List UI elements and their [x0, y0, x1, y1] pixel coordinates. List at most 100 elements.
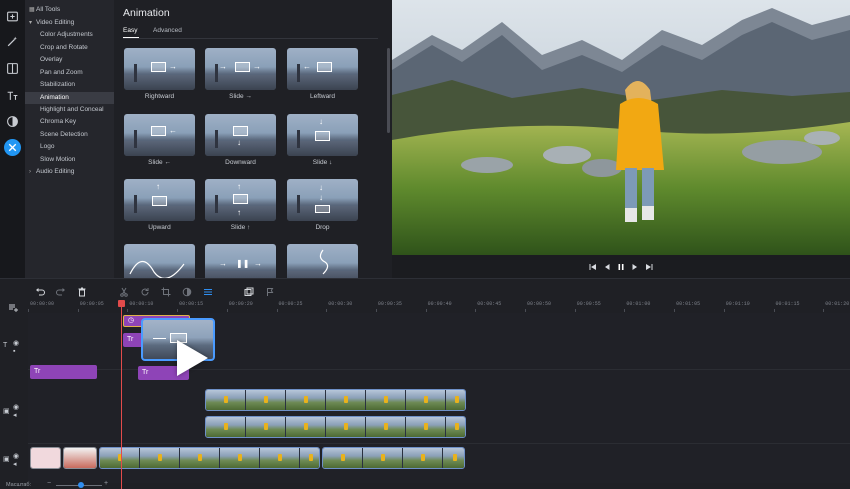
tree-item-label: Stabilization: [40, 81, 76, 88]
panel-scrollbar[interactable]: [387, 48, 390, 133]
marker-icon[interactable]: [265, 284, 275, 296]
crop-icon[interactable]: [161, 284, 171, 297]
arrow-down-icon: ↓: [237, 138, 241, 147]
tree-item-pan-zoom[interactable]: Pan and Zoom: [25, 67, 114, 79]
preset-thumbnail: → ❚❚ →: [205, 244, 276, 278]
main-video-clip[interactable]: [99, 447, 320, 469]
zoom-slider-handle[interactable]: [78, 482, 84, 488]
preset-thumbnail: ↓: [287, 114, 358, 156]
transitions-icon[interactable]: [4, 113, 21, 130]
divider: [123, 38, 378, 39]
filters-icon[interactable]: [4, 60, 21, 77]
color-icon[interactable]: [182, 284, 192, 297]
undo-icon[interactable]: [35, 284, 45, 296]
preset-curve[interactable]: [124, 244, 195, 278]
levels-icon[interactable]: [203, 284, 213, 296]
main-video-clip[interactable]: [322, 447, 465, 469]
preset-rightward[interactable]: → Rightward: [124, 48, 195, 100]
grid-icon: ▦: [29, 7, 35, 13]
tree-item-slow-motion[interactable]: Slow Motion: [25, 154, 114, 166]
preset-slide-right[interactable]: → → Slide →: [205, 48, 276, 100]
preset-slide-left[interactable]: ← Slide ←: [124, 114, 195, 166]
playhead-handle[interactable]: [118, 300, 125, 307]
more-tools-icon[interactable]: [4, 139, 21, 156]
import-icon[interactable]: [4, 8, 21, 25]
cut-icon[interactable]: [119, 284, 129, 297]
tree-item-animation[interactable]: Animation: [25, 92, 114, 104]
titles-icon[interactable]: [4, 87, 21, 104]
add-track-icon[interactable]: [8, 299, 18, 312]
video-preview[interactable]: [392, 0, 850, 255]
tree-item-label: Color Adjustments: [40, 31, 93, 38]
tab-easy[interactable]: Easy: [123, 27, 137, 34]
preset-pause-slide[interactable]: → ❚❚ →: [205, 244, 276, 278]
redo-icon[interactable]: [56, 284, 66, 296]
zoom-in-icon[interactable]: +: [104, 480, 108, 487]
preset-thumbnail: ←: [124, 114, 195, 156]
lock-icon[interactable]: ▪: [13, 348, 15, 355]
panel-title: Animation: [123, 7, 170, 19]
eye-icon[interactable]: ◉: [13, 403, 19, 411]
overlay-clip[interactable]: [205, 416, 466, 438]
preset-bounce[interactable]: [287, 244, 358, 278]
speaker-icon[interactable]: ◂: [13, 460, 17, 468]
ruler-tick: [624, 309, 626, 312]
tree-item-chroma-key[interactable]: Chroma Key: [25, 116, 114, 128]
preset-slide-down[interactable]: ↓ Slide ↓: [287, 114, 358, 166]
intro-clip[interactable]: [30, 447, 61, 469]
rotate-icon[interactable]: [140, 284, 150, 296]
slide-left-icon: ←: [169, 126, 177, 135]
speaker-icon[interactable]: ◂: [13, 411, 17, 419]
tree-item-color-adjustments[interactable]: Color Adjustments: [25, 29, 114, 41]
eye-icon[interactable]: ◉: [13, 452, 19, 460]
time-ruler[interactable]: 00:00:00 00:00:05 00:00:10 00:00:15 00:00:20…: [28, 299, 850, 313]
ruler-tick-label: 00:00:50: [527, 301, 552, 307]
preset-drop[interactable]: ↓ ↓ Drop: [287, 179, 358, 231]
skip-forward-icon[interactable]: [645, 262, 654, 271]
ruler-tick-label: 00:00:00: [30, 301, 55, 307]
ruler-tick-label: 00:00:30: [328, 301, 353, 307]
arrow-up-icon: ↑: [156, 182, 160, 191]
pause-icon[interactable]: [617, 262, 626, 271]
preset-thumbnail: ↑ ↑: [205, 179, 276, 221]
ruler-tick-label: 00:01:00: [626, 301, 651, 307]
ruler-tick: [475, 309, 477, 312]
title-clip[interactable]: Tr: [123, 333, 143, 347]
magic-wand-icon[interactable]: [4, 33, 21, 50]
tree-item-highlight-conceal[interactable]: Highlight and Conceal: [25, 104, 114, 116]
ruler-tick: [226, 309, 228, 312]
ruler-tick-label: 00:01:10: [725, 301, 750, 307]
animation-panel: Animation Easy Advanced → Rightward → → S…: [114, 0, 392, 278]
preset-leftward[interactable]: ← Leftward: [287, 48, 358, 100]
timeline-toolbar: [0, 279, 850, 312]
overlay-clip[interactable]: [205, 389, 466, 411]
preset-label: Slide ↓: [312, 159, 333, 166]
bounce-icon: [319, 249, 329, 275]
eye-icon[interactable]: ◉: [13, 339, 19, 347]
chevron-down-icon: ▾: [29, 20, 33, 26]
tree-item-overlay[interactable]: Overlay: [25, 54, 114, 66]
frame-back-icon[interactable]: [603, 262, 612, 271]
tree-item-crop-rotate[interactable]: Crop and Rotate: [25, 42, 114, 54]
delete-icon[interactable]: [77, 284, 87, 297]
tab-advanced[interactable]: Advanced: [153, 27, 182, 34]
tree-item-audio-editing[interactable]: › Audio Editing: [25, 166, 114, 178]
zoom-out-icon[interactable]: −: [47, 480, 51, 487]
tree-item-all-tools[interactable]: ▦All Tools: [25, 4, 114, 16]
slide-down-icon: ↓: [319, 117, 323, 126]
tree-item-scene-detection[interactable]: Scene Detection: [25, 129, 114, 141]
skip-back-icon[interactable]: [589, 262, 598, 271]
tree-item-label: Crop and Rotate: [40, 44, 88, 51]
playhead[interactable]: [121, 304, 122, 489]
tree-item-stabilization[interactable]: Stabilization: [25, 79, 114, 91]
tree-item-logo[interactable]: Logo: [25, 141, 114, 153]
frame-forward-icon[interactable]: [631, 262, 640, 271]
preset-slide-up[interactable]: ↑ ↑ Slide ↑: [205, 179, 276, 231]
snapshot-icon[interactable]: [244, 284, 254, 296]
title-clip[interactable]: Tr: [30, 365, 97, 379]
tree-item-video-editing[interactable]: ▾ Video Editing: [25, 17, 114, 29]
preset-thumbnail: ↓ ↓: [287, 179, 358, 221]
preset-downward[interactable]: ↓ Downward: [205, 114, 276, 166]
intro-clip[interactable]: [63, 447, 97, 469]
preset-upward[interactable]: ↑ Upward: [124, 179, 195, 231]
